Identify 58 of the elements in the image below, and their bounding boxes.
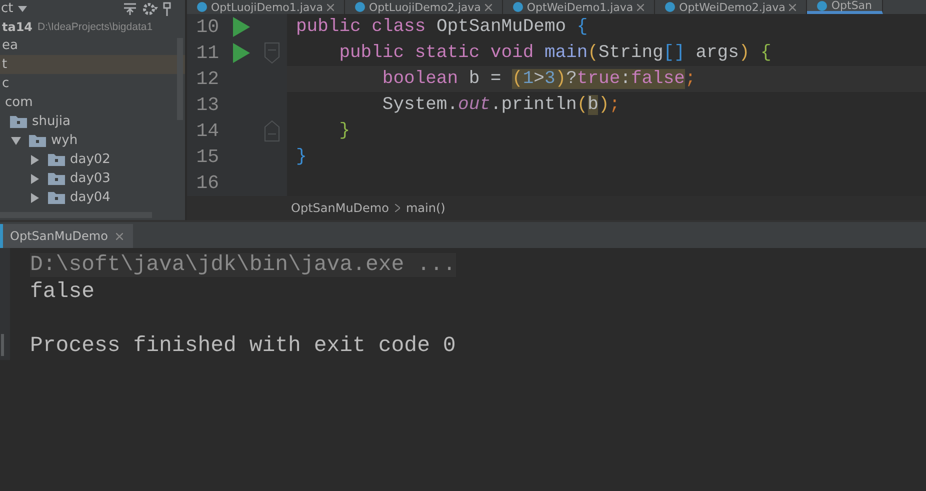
folder-icon	[10, 115, 27, 128]
console-command: D:\soft\java\jdk\bin\java.exe ...	[30, 253, 456, 277]
chevron-icon	[394, 204, 400, 212]
line-number: 16	[195, 172, 219, 194]
code-line: System.out.println(b);	[381, 94, 622, 117]
caret-icon[interactable]	[18, 6, 28, 12]
line-number: 10	[195, 16, 219, 38]
run-icon[interactable]	[233, 43, 250, 63]
code-line: public class OptSanMuDemo {	[295, 16, 589, 39]
folder-icon	[48, 172, 65, 185]
line-number: 12	[195, 68, 219, 90]
pin-icon[interactable]	[163, 2, 171, 16]
line-number: 11	[195, 42, 219, 64]
collapsed-arrow-icon[interactable]	[29, 192, 41, 204]
class-icon	[817, 0, 828, 10]
close-icon[interactable]	[484, 4, 492, 10]
editor-tab[interactable]: OptLuojiDemo2.java	[344, 0, 503, 14]
folder-icon	[29, 134, 46, 147]
close-icon[interactable]	[637, 4, 644, 10]
line-number: 14	[195, 120, 219, 142]
tree-item[interactable]: shujia	[0, 112, 185, 131]
console-output: false	[30, 280, 95, 304]
class-icon	[665, 2, 676, 12]
run-icon[interactable]	[233, 17, 250, 37]
breadcrumb-item[interactable]: OptSanMuDemo	[291, 201, 389, 215]
class-icon	[197, 2, 207, 12]
expanded-arrow-icon[interactable]	[10, 134, 22, 146]
class-icon	[354, 2, 365, 12]
collapsed-arrow-icon[interactable]	[29, 172, 41, 184]
tree-item[interactable]: ta14 D:\IdeaProjects\bigdata1	[0, 17, 185, 36]
code-line: public static void main(String[] args) {	[338, 42, 772, 65]
code-line: }	[338, 120, 352, 143]
tree-item[interactable]: day03	[0, 169, 185, 188]
close-icon[interactable]	[326, 4, 334, 10]
class-icon	[512, 2, 523, 12]
console-output: Process finished with exit code 0	[30, 334, 456, 358]
code-line: }	[295, 146, 308, 169]
tree-item[interactable]: t	[0, 55, 185, 74]
folder-icon	[48, 153, 65, 166]
close-icon[interactable]	[789, 4, 796, 10]
tree-item[interactable]: day04	[0, 188, 185, 207]
panel-title[interactable]: ct	[1, 1, 14, 16]
folder-icon	[48, 191, 65, 204]
editor-tab[interactable]: OptSan	[807, 0, 884, 14]
run-tab[interactable]: OptSanMuDemo	[0, 224, 133, 248]
breadcrumb-item[interactable]: main()	[406, 201, 446, 215]
tree-item[interactable]: wyh	[0, 131, 185, 150]
close-icon[interactable]	[116, 232, 123, 240]
line-number: 13	[195, 94, 219, 116]
tree-item[interactable]: ea	[0, 36, 185, 55]
editor-tab[interactable]: OptWeiDemo1.java	[502, 0, 656, 14]
tree-item[interactable]: day02	[0, 150, 185, 169]
line-number: 15	[195, 146, 219, 168]
tree-item[interactable]: c	[0, 74, 185, 93]
collapsed-arrow-icon[interactable]	[29, 154, 41, 166]
collapse-icon[interactable]	[123, 2, 137, 14]
tree-item[interactable]: com	[0, 93, 185, 112]
settings-icon[interactable]	[142, 2, 158, 16]
